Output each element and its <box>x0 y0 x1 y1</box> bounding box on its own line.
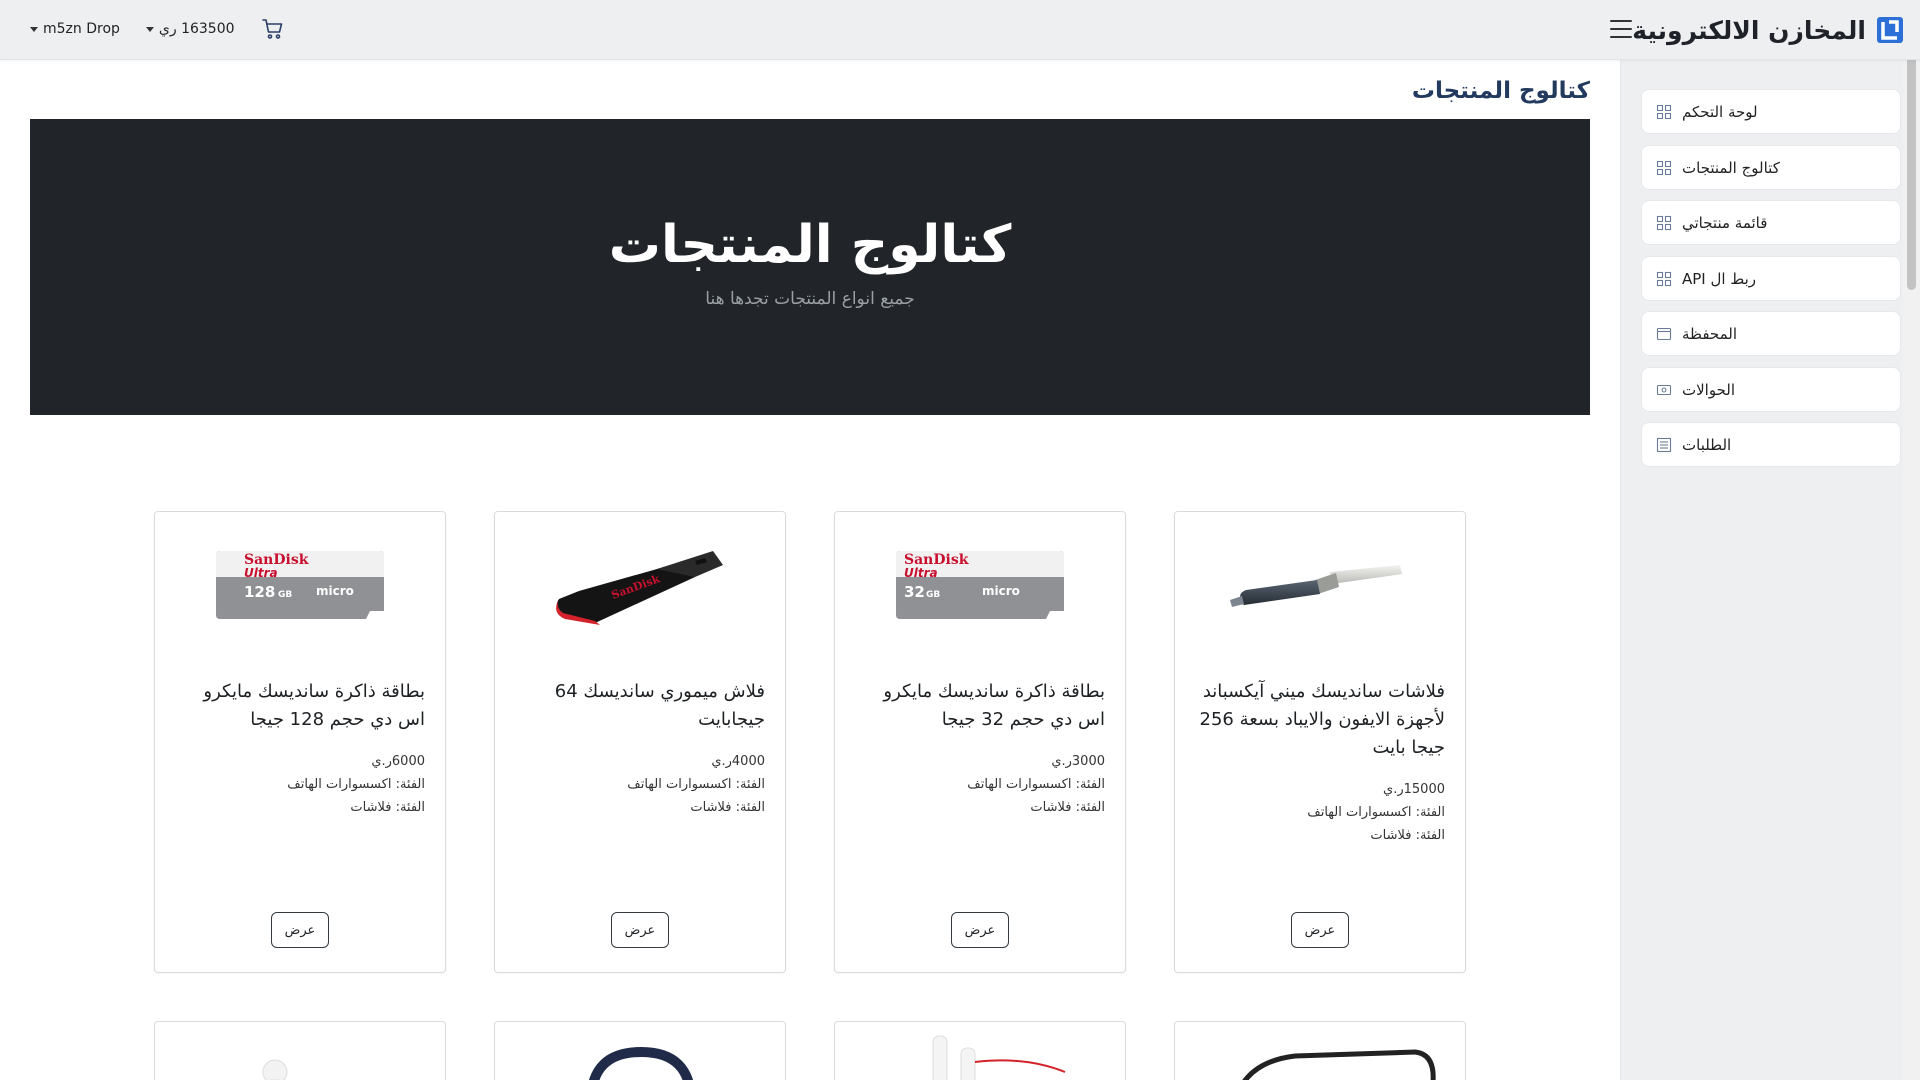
view-product-button[interactable]: عرض <box>951 912 1009 948</box>
view-product-button[interactable]: عرض <box>271 912 329 948</box>
product-category: الفئة: فلاشات <box>350 800 425 815</box>
grid-icon <box>1656 160 1672 175</box>
hero-banner: كتالوج المنتجات جميع انواع المنتجات تجده… <box>30 119 1590 415</box>
product-price: 4000ر.ي <box>711 754 765 769</box>
product-card <box>154 1021 446 1080</box>
sd-unit-text: GB <box>926 590 940 600</box>
brand-title: المخازن الالكترونية <box>1632 15 1866 45</box>
sd-unit-text: GB <box>278 590 292 600</box>
headphones-image <box>589 1046 693 1080</box>
sidebar-item-label: الطلبات <box>1682 435 1732 454</box>
brand[interactable]: المخازن الالكترونية <box>1632 10 1904 50</box>
grid-icon <box>1656 215 1672 230</box>
sidebar-item-catalog[interactable]: كتالوج المنتجات <box>1641 145 1901 190</box>
product-category: الفئة: اكسسوارات الهاتف <box>967 777 1105 792</box>
sidebar-item-wallet[interactable]: المحفظة <box>1641 311 1901 356</box>
product-price: 15000ر.ي <box>1383 782 1445 797</box>
caret-down-icon <box>30 26 38 32</box>
product-category: الفئة: فلاشات <box>1030 800 1105 815</box>
hero-title: كتالوج المنتجات <box>608 215 1012 275</box>
top-left-tools: m5zn Drop 163500 ري <box>30 16 285 42</box>
usb-drive-image: SanDisk <box>556 551 723 625</box>
sd-micro-text: micro <box>316 584 354 598</box>
product-image-microsd-32[interactable]: SanDisk Ultra 32 GB micro <box>835 512 1125 662</box>
product-title[interactable]: فلاش ميموري سانديسك 64 جيجابايت <box>515 678 765 734</box>
microsd-card-image: SanDisk Ultra 32 GB micro <box>896 551 1064 619</box>
balance-value: 163500 ري <box>158 21 235 37</box>
product-card <box>1174 1021 1466 1080</box>
sd-line-text: Ultra <box>244 566 278 580</box>
sidebar-item-label: ربط ال API <box>1682 269 1756 288</box>
sidebar-item-label: المحفظة <box>1682 324 1738 343</box>
cash-icon <box>1656 384 1672 395</box>
sidebar-item-api[interactable]: ربط ال API <box>1641 256 1901 301</box>
top-navbar: المخازن الالكترونية m5zn Drop 163500 ري <box>0 0 1920 60</box>
product-price: 3000ر.ي <box>1051 754 1105 769</box>
wallet-icon <box>1656 327 1672 340</box>
cart-icon[interactable] <box>261 17 285 41</box>
product-card: SanDisk Ultra 128 GB micro بطاقة ذاكرة س… <box>154 511 446 973</box>
product-card: SanDisk فلاش ميموري سانديسك 64 جيجابايت … <box>494 511 786 973</box>
caret-down-icon <box>145 26 154 32</box>
product-title[interactable]: بطاقة ذاكرة سانديسك مايكرو اس دي حجم 128… <box>175 678 425 734</box>
product-image-ixpand[interactable] <box>1175 512 1465 662</box>
product-category: الفئة: فلاشات <box>690 800 765 815</box>
sd-line-text: Ultra <box>904 566 938 580</box>
sidebar-item-orders[interactable]: الطلبات <box>1641 422 1901 467</box>
hero-subtitle: جميع انواع المنتجات تجدها هنا <box>705 289 915 309</box>
cable-image <box>1242 1049 1436 1080</box>
list-icon <box>1656 437 1672 452</box>
sidebar-item-label: لوحة التحكم <box>1682 102 1758 121</box>
sd-micro-text: micro <box>982 584 1020 598</box>
account-dropdown[interactable]: m5zn Drop <box>30 21 120 37</box>
product-image-microsd-128[interactable]: SanDisk Ultra 128 GB micro <box>155 512 445 662</box>
view-product-button[interactable]: عرض <box>611 912 669 948</box>
page-scrollbar[interactable] <box>1903 0 1920 1080</box>
product-card <box>834 1021 1126 1080</box>
sidebar-item-label: الحوالات <box>1682 380 1736 399</box>
microsd-card-image: SanDisk Ultra 128 GB micro <box>216 551 384 619</box>
grid-icon <box>1656 271 1672 286</box>
grid-icon <box>1656 104 1672 119</box>
sd-size-text: 128 <box>244 583 275 601</box>
sidebar-item-dashboard[interactable]: لوحة التحكم <box>1641 89 1901 134</box>
product-card: فلاشات سانديسك ميني آيكسباند لأجهزة الاي… <box>1174 511 1466 973</box>
earbud-image <box>262 1059 288 1080</box>
sidebar-item-my-products[interactable]: قائمة منتجاتي <box>1641 200 1901 245</box>
flash-drive-image <box>1230 565 1402 607</box>
product-title[interactable]: فلاشات سانديسك ميني آيكسباند لأجهزة الاي… <box>1195 678 1446 762</box>
menu-toggle-icon[interactable] <box>1610 15 1638 43</box>
product-card <box>494 1021 786 1080</box>
product-category: الفئة: اكسسوارات الهاتف <box>1307 805 1445 820</box>
account-name: m5zn Drop <box>43 21 120 37</box>
product-price: 6000ر.ي <box>371 754 425 769</box>
product-title[interactable]: بطاقة ذاكرة سانديسك مايكرو اس دي حجم 32 … <box>855 678 1105 734</box>
product-category: الفئة: اكسسوارات الهاتف <box>287 777 425 792</box>
earphones-image <box>932 1035 1066 1080</box>
brand-logo-icon <box>1877 17 1903 43</box>
view-product-button[interactable]: عرض <box>1291 912 1349 948</box>
page-title: كتالوج المنتجات <box>1411 78 1590 104</box>
sd-size-text: 32 <box>904 583 925 601</box>
product-image-cruzer-blade[interactable]: SanDisk <box>495 512 785 662</box>
product-category: الفئة: اكسسوارات الهاتف <box>627 777 765 792</box>
sidebar: لوحة التحكم كتالوج المنتجات قائمة منتجات… <box>1620 60 1903 1080</box>
product-card: SanDisk Ultra 32 GB micro بطاقة ذاكرة سا… <box>834 511 1126 973</box>
balance-dropdown[interactable]: 163500 ري <box>145 21 235 37</box>
sidebar-item-label: كتالوج المنتجات <box>1682 158 1780 177</box>
sidebar-item-label: قائمة منتجاتي <box>1682 213 1768 232</box>
product-category: الفئة: فلاشات <box>1370 828 1445 843</box>
sidebar-item-transfers[interactable]: الحوالات <box>1641 367 1901 412</box>
